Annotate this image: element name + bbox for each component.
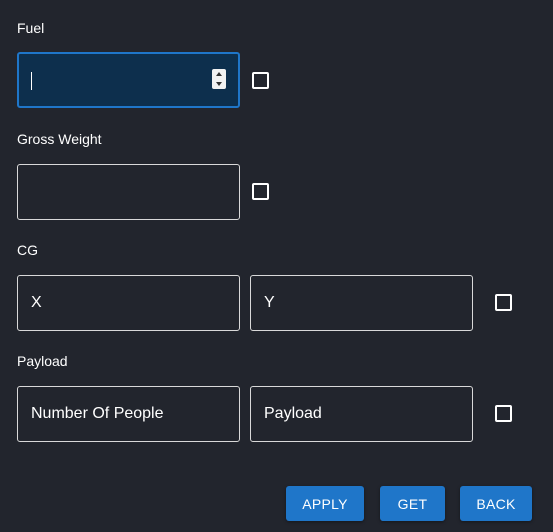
apply-button[interactable]: APPLY [286, 486, 364, 521]
number-spinner[interactable] [212, 69, 226, 89]
number-of-people-input[interactable]: Number Of People [17, 386, 240, 442]
form-panel: Fuel Gross Weight CG X Y Payload Number … [0, 0, 553, 532]
cg-y-placeholder: Y [264, 294, 275, 311]
spin-down-icon[interactable] [216, 82, 222, 86]
fuel-checkbox[interactable] [252, 72, 269, 89]
gross-weight-checkbox[interactable] [252, 183, 269, 200]
gross-weight-label: Gross Weight [17, 131, 102, 147]
fuel-label: Fuel [17, 20, 45, 36]
spin-up-icon[interactable] [216, 72, 222, 76]
text-caret [31, 72, 32, 90]
get-button[interactable]: GET [380, 486, 445, 521]
gross-weight-input[interactable] [17, 164, 240, 220]
number-of-people-placeholder: Number Of People [31, 405, 164, 422]
payload-label: Payload [17, 353, 68, 369]
cg-x-placeholder: X [31, 294, 42, 311]
payload-input[interactable]: Payload [250, 386, 473, 442]
payload-placeholder: Payload [264, 405, 322, 422]
back-button[interactable]: BACK [460, 486, 532, 521]
cg-x-input[interactable]: X [17, 275, 240, 331]
cg-label: CG [17, 242, 38, 258]
cg-checkbox[interactable] [495, 294, 512, 311]
cg-y-input[interactable]: Y [250, 275, 473, 331]
fuel-input[interactable] [17, 52, 240, 108]
payload-checkbox[interactable] [495, 405, 512, 422]
